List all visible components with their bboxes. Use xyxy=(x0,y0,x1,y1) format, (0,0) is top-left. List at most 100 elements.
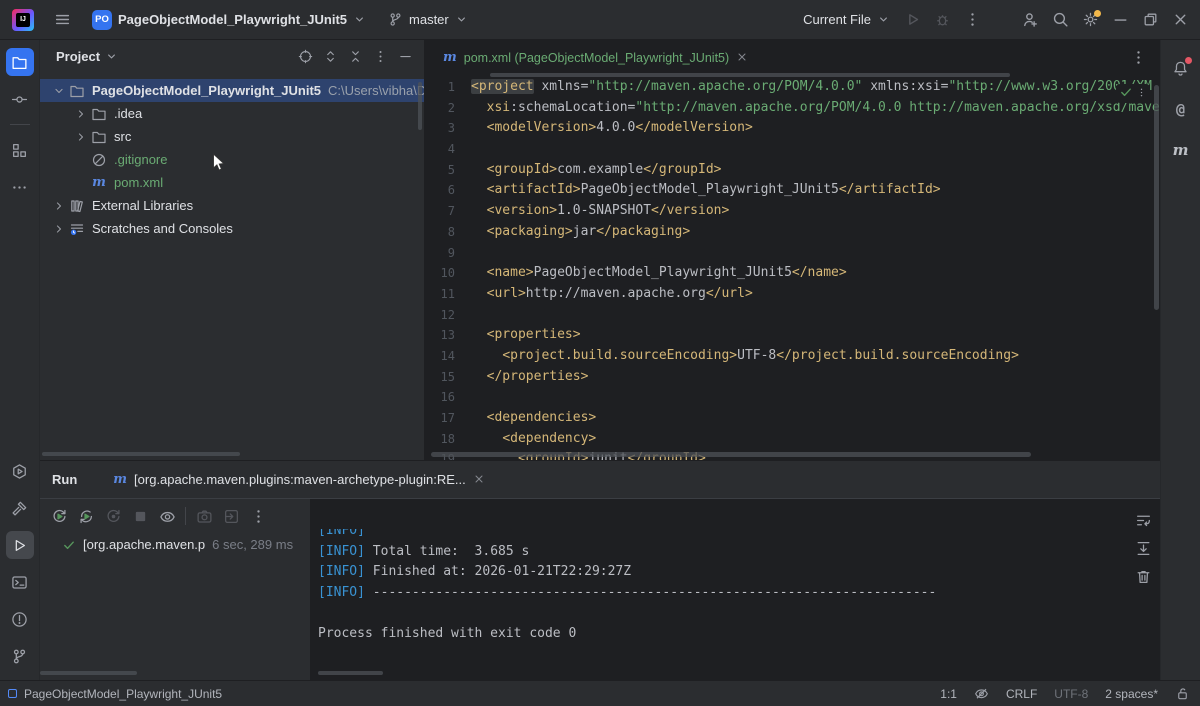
more-actions-button[interactable] xyxy=(958,6,986,34)
stop-button[interactable] xyxy=(127,503,153,529)
maven-tool-button[interactable]: m xyxy=(1167,136,1195,164)
chevron-right-icon[interactable] xyxy=(72,106,90,122)
tree-item-label: External Libraries xyxy=(92,198,193,213)
tree-item--idea[interactable]: .idea xyxy=(40,102,424,125)
title-bar-left: IJ PO PageObjectModel_Playwright_JUnit5 … xyxy=(12,6,474,34)
right-tool-strip: @m xyxy=(1160,40,1200,680)
code-line: 14 <project.build.sourceEncoding>UTF-8</… xyxy=(425,346,1160,367)
run-more-button[interactable] xyxy=(245,503,271,529)
file-encoding[interactable]: UTF-8 xyxy=(1054,687,1088,701)
restore-button[interactable] xyxy=(1136,6,1164,34)
console-line: Process finished with exit code 0 xyxy=(318,624,1120,645)
readonly-toggle-button[interactable] xyxy=(1175,686,1190,701)
tree-item-scratches-and-consoles[interactable]: Scratches and Consoles xyxy=(40,217,424,240)
resume-button[interactable] xyxy=(100,503,126,529)
ai-assistant-button[interactable]: @ xyxy=(1167,95,1195,123)
highlighting-level-button[interactable] xyxy=(974,686,989,701)
tool-run-button[interactable] xyxy=(6,531,34,559)
editor-options-button[interactable] xyxy=(1124,44,1152,72)
console-scrollbar[interactable] xyxy=(318,671,383,675)
run-tree-row[interactable]: [org.apache.maven.p 6 sec, 289 ms xyxy=(40,533,310,556)
run-console[interactable]: [INFO][INFO] Total time: 3.685 s[INFO] F… xyxy=(310,499,1160,680)
code-editor[interactable]: 1<project xmlns="http://maven.apache.org… xyxy=(425,75,1160,460)
line-number: 3 xyxy=(425,118,471,139)
restore-window-icon xyxy=(1142,11,1159,28)
eye-slash-icon xyxy=(974,686,989,701)
tool-build-button[interactable] xyxy=(6,494,34,522)
tree-item-src[interactable]: src xyxy=(40,125,424,148)
show-options-button[interactable] xyxy=(154,503,180,529)
expand-all-button[interactable] xyxy=(318,44,343,69)
tool-problems-button[interactable] xyxy=(6,605,34,633)
caret-position[interactable]: 1:1 xyxy=(940,687,957,701)
screenshot-button[interactable] xyxy=(191,503,217,529)
select-opened-file-button[interactable] xyxy=(293,44,318,69)
line-text: <name>PageObjectModel_Playwright_JUnit5<… xyxy=(471,263,1160,284)
tool-terminal-button[interactable] xyxy=(6,568,34,596)
indent-style[interactable]: 2 spaces* xyxy=(1105,687,1158,701)
project-widget[interactable]: PO PageObjectModel_Playwright_JUnit5 xyxy=(86,7,372,33)
code-line: 12 xyxy=(425,305,1160,326)
chevron-right-icon[interactable] xyxy=(50,198,68,214)
chevron-down-icon xyxy=(455,13,468,26)
project-name: PageObjectModel_Playwright_JUnit5 xyxy=(118,12,347,27)
status-project-name[interactable]: PageObjectModel_Playwright_JUnit5 xyxy=(24,687,222,701)
tool-version-control-button[interactable] xyxy=(6,642,34,670)
project-vertical-scrollbar[interactable] xyxy=(418,82,422,130)
tab-pom-xml[interactable]: m pom.xml (PageObjectModel_Playwright_JU… xyxy=(435,40,758,75)
more-vertical-icon xyxy=(1130,49,1147,66)
center-column: Project PageObjectModel_Playwright_JUnit… xyxy=(40,40,1160,680)
clear-all-button[interactable] xyxy=(1130,563,1156,589)
more-horizontal-icon xyxy=(11,179,28,196)
main-menu-button[interactable] xyxy=(48,6,76,34)
editor-bottom-scrollbar[interactable] xyxy=(431,452,1031,457)
tree-item-pageobjectmodel-playwright-junit5[interactable]: PageObjectModel_Playwright_JUnit5C:\User… xyxy=(40,79,424,102)
tree-item--gitignore[interactable]: .gitignore xyxy=(40,148,424,171)
run-tab[interactable]: m [org.apache.maven.plugins:maven-archet… xyxy=(113,472,486,487)
line-separator[interactable]: CRLF xyxy=(1006,687,1037,701)
scroll-to-end-button[interactable] xyxy=(1130,535,1156,561)
line-number: 17 xyxy=(425,408,471,429)
tool-commit-button[interactable] xyxy=(6,85,34,113)
inspections-widget[interactable] xyxy=(1116,84,1150,103)
tool-project-button[interactable] xyxy=(6,48,34,76)
run-tree-scrollbar[interactable] xyxy=(40,671,137,675)
chevron-down-icon[interactable] xyxy=(105,50,118,63)
console-line xyxy=(318,604,1120,625)
collapse-all-button[interactable] xyxy=(343,44,368,69)
hide-panel-button[interactable] xyxy=(393,44,418,69)
project-options-button[interactable] xyxy=(368,44,393,69)
soft-wrap-button[interactable] xyxy=(1130,507,1156,533)
tree-item-external-libraries[interactable]: External Libraries xyxy=(40,194,424,217)
tool-more-button[interactable] xyxy=(6,173,34,201)
code-with-me-button[interactable] xyxy=(1016,6,1044,34)
maven-run-icon: m xyxy=(113,472,127,487)
chevron-down-icon[interactable] xyxy=(50,83,68,99)
tree-item-pom-xml[interactable]: mpom.xml xyxy=(40,171,424,194)
run-configuration-widget[interactable]: Current File xyxy=(797,9,896,30)
chevron-right-icon[interactable] xyxy=(50,221,68,237)
settings-button[interactable] xyxy=(1076,6,1104,34)
locate-icon xyxy=(298,49,313,64)
project-folder-icon xyxy=(11,54,28,71)
import-results-button[interactable] xyxy=(218,503,244,529)
rerun-failed-button[interactable] xyxy=(73,503,99,529)
run-tab-close-button[interactable] xyxy=(473,473,487,487)
close-button[interactable] xyxy=(1166,6,1194,34)
run-button[interactable] xyxy=(898,6,926,34)
editor-vertical-scrollbar[interactable] xyxy=(1154,85,1159,310)
rerun-button[interactable] xyxy=(46,503,72,529)
tool-services-button[interactable] xyxy=(6,457,34,485)
project-tree[interactable]: PageObjectModel_Playwright_JUnit5C:\User… xyxy=(40,73,424,240)
tool-structure-button[interactable] xyxy=(6,136,34,164)
tree-item-label: pom.xml xyxy=(114,175,163,190)
chevron-right-icon[interactable] xyxy=(72,129,90,145)
run-configuration-name: Current File xyxy=(803,12,871,27)
search-everywhere-button[interactable] xyxy=(1046,6,1074,34)
notifications-button[interactable] xyxy=(1167,54,1195,82)
project-horizontal-scrollbar[interactable] xyxy=(42,452,240,456)
vcs-branch-widget[interactable]: master xyxy=(382,9,474,30)
debug-button[interactable] xyxy=(928,6,956,34)
minimize-button[interactable] xyxy=(1106,6,1134,34)
tab-close-button[interactable] xyxy=(736,51,750,65)
